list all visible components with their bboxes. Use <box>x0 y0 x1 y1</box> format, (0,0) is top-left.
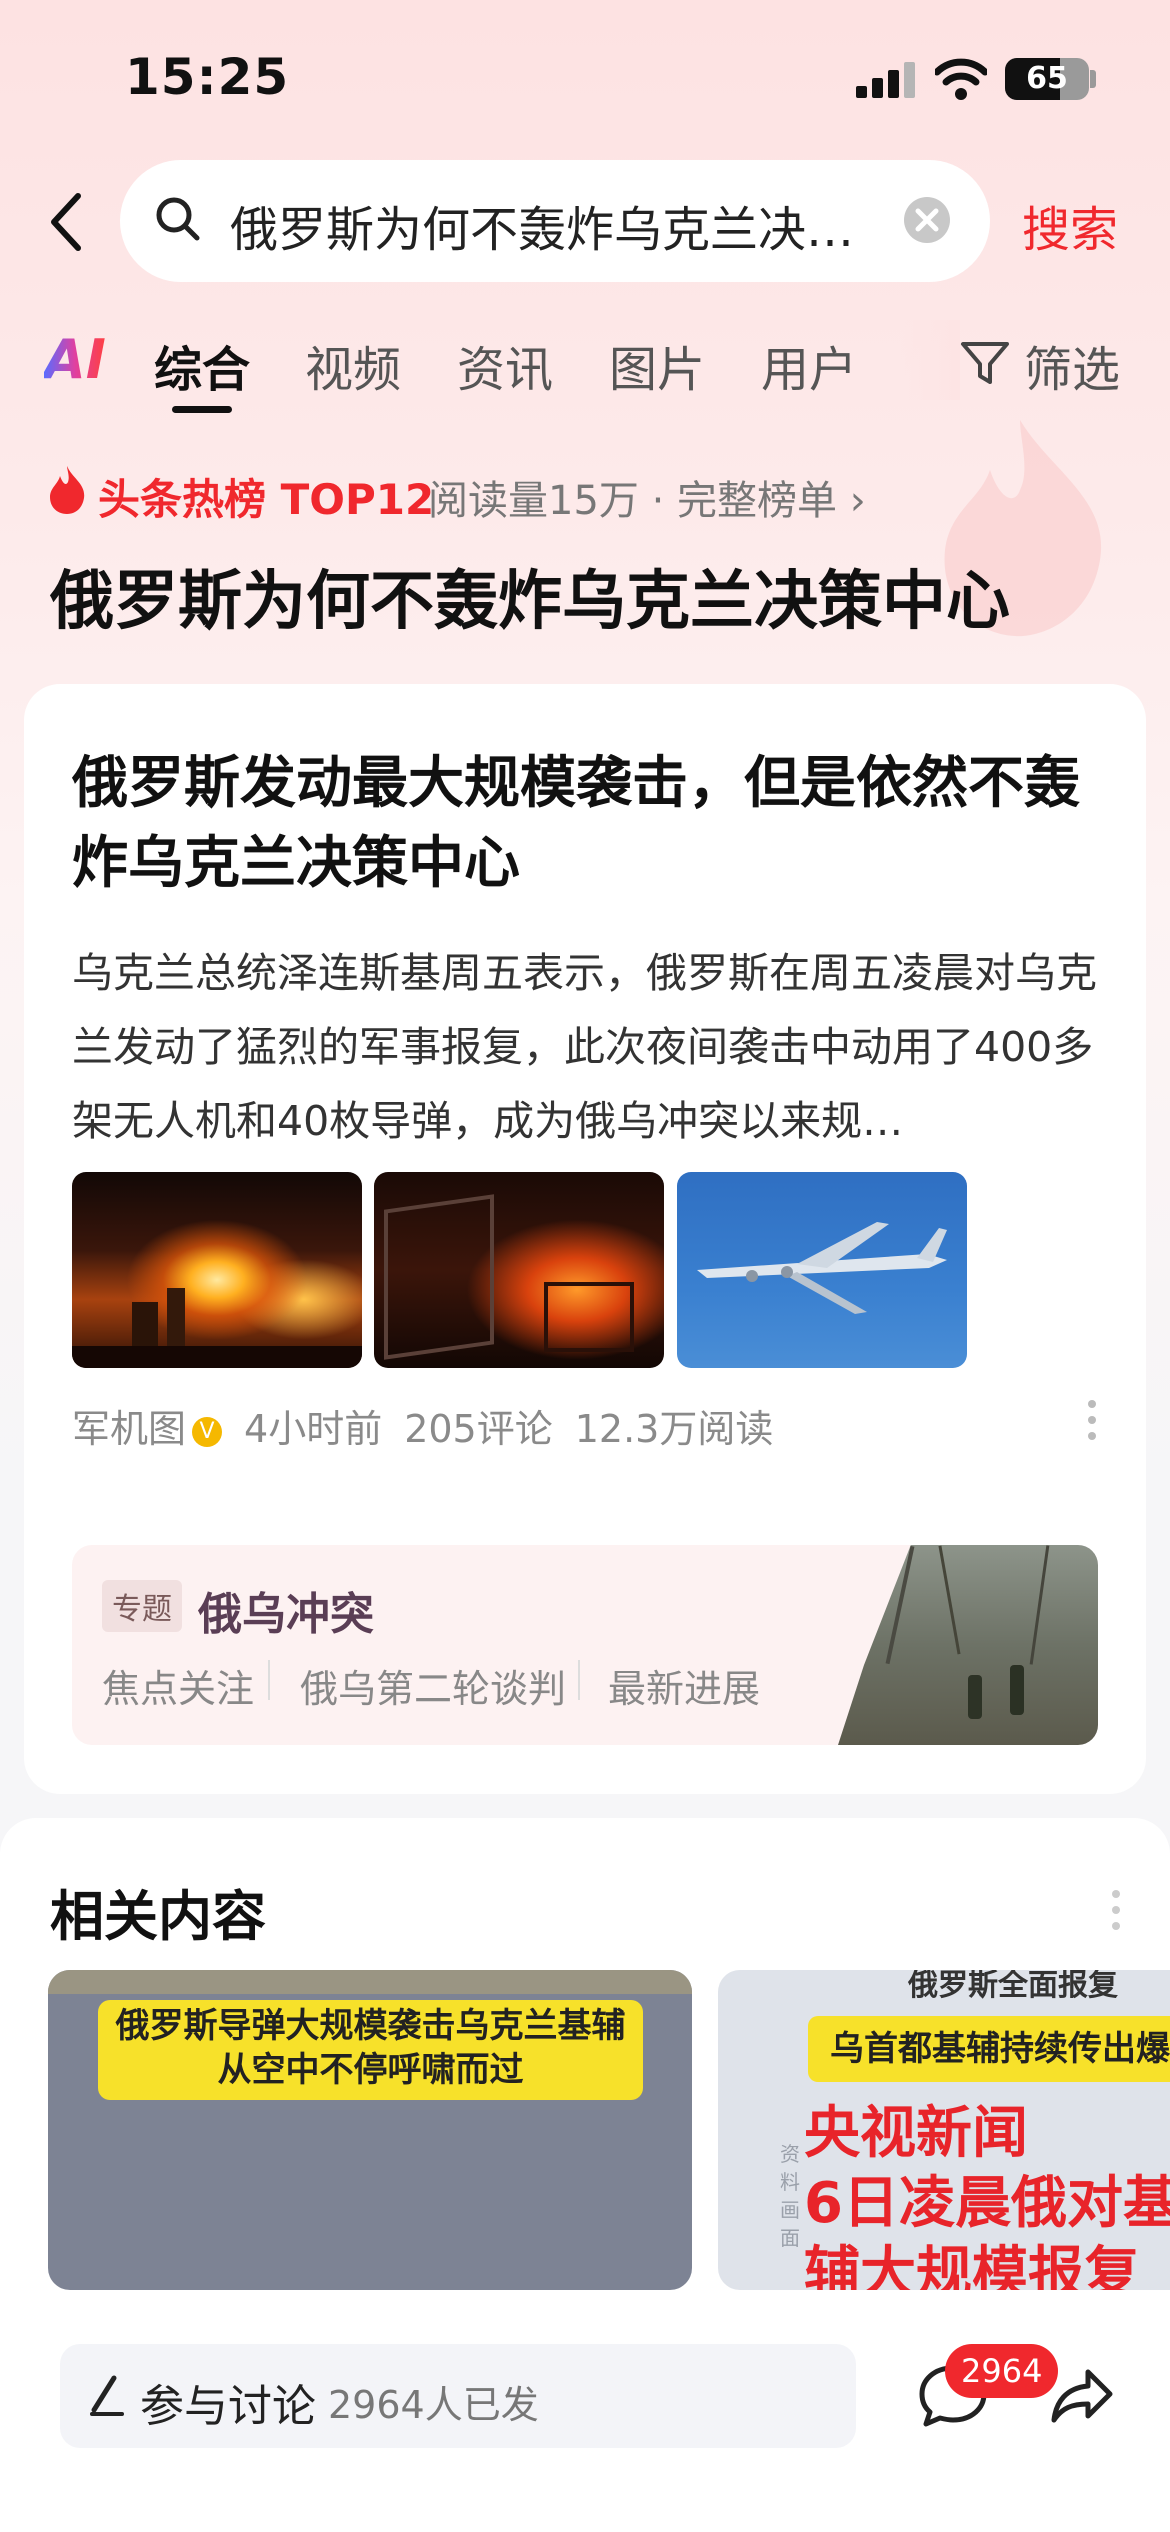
discuss-count: 2964人已发 <box>328 2383 539 2427</box>
search-icon <box>156 197 200 241</box>
topic-link-focus[interactable]: 焦点关注 <box>102 1658 254 1713</box>
pen-icon <box>90 2375 124 2416</box>
video-caption: 俄罗斯导弹大规模袭击乌克兰基辅 从空中不停呼啸而过 <box>98 2000 643 2100</box>
fire-icon <box>50 466 85 514</box>
status-time: 15:25 <box>125 48 290 106</box>
search-input[interactable]: 俄罗斯为何不轰炸乌克兰决… <box>230 190 880 260</box>
battery-nub <box>1090 70 1096 88</box>
article-comments: 205评论 <box>404 1407 553 1451</box>
search-button[interactable]: 搜索 <box>1022 190 1118 260</box>
battery-level: 65 <box>1026 61 1068 96</box>
video-caption: 乌首都基辅持续传出爆 <box>808 2016 1170 2082</box>
related-video-1[interactable]: 俄罗斯导弹大规模袭击乌克兰基辅 从空中不停呼啸而过 <box>48 1970 692 2290</box>
battery-icon: 65 <box>1005 58 1089 100</box>
filter-button[interactable]: 筛选 <box>1024 330 1120 400</box>
topic-title[interactable]: 俄乌冲突 <box>198 1578 374 1642</box>
topic-image <box>838 1545 1098 1745</box>
discuss-label: 参与讨论 <box>140 2381 316 2432</box>
video-side-label: 资料画面 <box>780 2142 800 2250</box>
tab-fade <box>900 320 960 400</box>
related-title: 相关内容 <box>50 1885 266 1948</box>
tab-active-indicator <box>172 406 232 413</box>
verified-icon: V <box>192 1416 223 1447</box>
share-icon[interactable] <box>1050 2366 1114 2426</box>
video-headline-3: 辅大规模报复 <box>804 2241 1140 2290</box>
tab-images[interactable]: 图片 <box>609 330 705 400</box>
video-headline-1: 央视新闻 <box>804 2101 1028 2166</box>
tab-news[interactable]: 资讯 <box>457 330 553 400</box>
article-title[interactable]: 俄罗斯发动最大规模袭击，但是依然不轰炸乌克兰决策中心 <box>72 744 1102 904</box>
page-title: 俄罗斯为何不轰炸乌克兰决策中心 <box>50 565 1010 639</box>
article-reads: 12.3万阅读 <box>574 1407 774 1451</box>
hot-list-label[interactable]: 头条热榜 TOP12 <box>98 466 434 527</box>
back-arrow-icon[interactable] <box>46 192 86 252</box>
article-image-fire[interactable] <box>374 1172 664 1368</box>
tab-video[interactable]: 视频 <box>305 330 401 400</box>
topic-divider <box>578 1660 580 1700</box>
article-more-icon[interactable] <box>1086 1398 1098 1442</box>
video-headline-2: 6日凌晨俄对基 <box>804 2171 1170 2236</box>
article-summary[interactable]: 乌克兰总统泽连斯基周五表示，俄罗斯在周五凌晨对乌克兰发动了猛烈的军事报复，此次夜… <box>72 936 1102 1158</box>
clear-search-icon[interactable] <box>903 196 951 244</box>
topic-card[interactable] <box>72 1545 1098 1745</box>
wifi-icon <box>935 58 987 100</box>
comment-count-badge: 2964 <box>945 2344 1059 2398</box>
topic-link-latest[interactable]: 最新进展 <box>608 1658 760 1713</box>
article-source[interactable]: 军机图 <box>72 1407 186 1451</box>
topic-link-negotiation[interactable]: 俄乌第二轮谈判 <box>300 1658 566 1713</box>
article-image-bomber[interactable] <box>677 1172 967 1368</box>
tab-users[interactable]: 用户 <box>761 330 857 400</box>
article-meta: 军机图 V 4小时前 205评论 12.3万阅读 <box>72 1398 795 1453</box>
filter-icon[interactable] <box>960 340 1010 388</box>
video-top-text: 俄罗斯全面报复 <box>908 1970 1118 2003</box>
related-video-2[interactable]: 俄罗斯全面报复 乌首都基辅持续传出爆 资料画面 央视新闻 6日凌晨俄对基 辅大规… <box>718 1970 1170 2290</box>
article-time: 4小时前 <box>244 1407 383 1451</box>
topic-divider <box>268 1660 270 1700</box>
related-more-icon[interactable] <box>1110 1888 1122 1932</box>
tab-comprehensive[interactable]: 综合 <box>154 330 250 400</box>
topic-tag: 专题 <box>102 1580 182 1632</box>
tab-ai[interactable]: AI <box>44 328 106 391</box>
hot-list-meta[interactable]: 阅读量15万 · 完整榜单 › <box>428 468 866 526</box>
article-image-explosion[interactable] <box>72 1172 362 1368</box>
signal-icon <box>856 62 916 98</box>
